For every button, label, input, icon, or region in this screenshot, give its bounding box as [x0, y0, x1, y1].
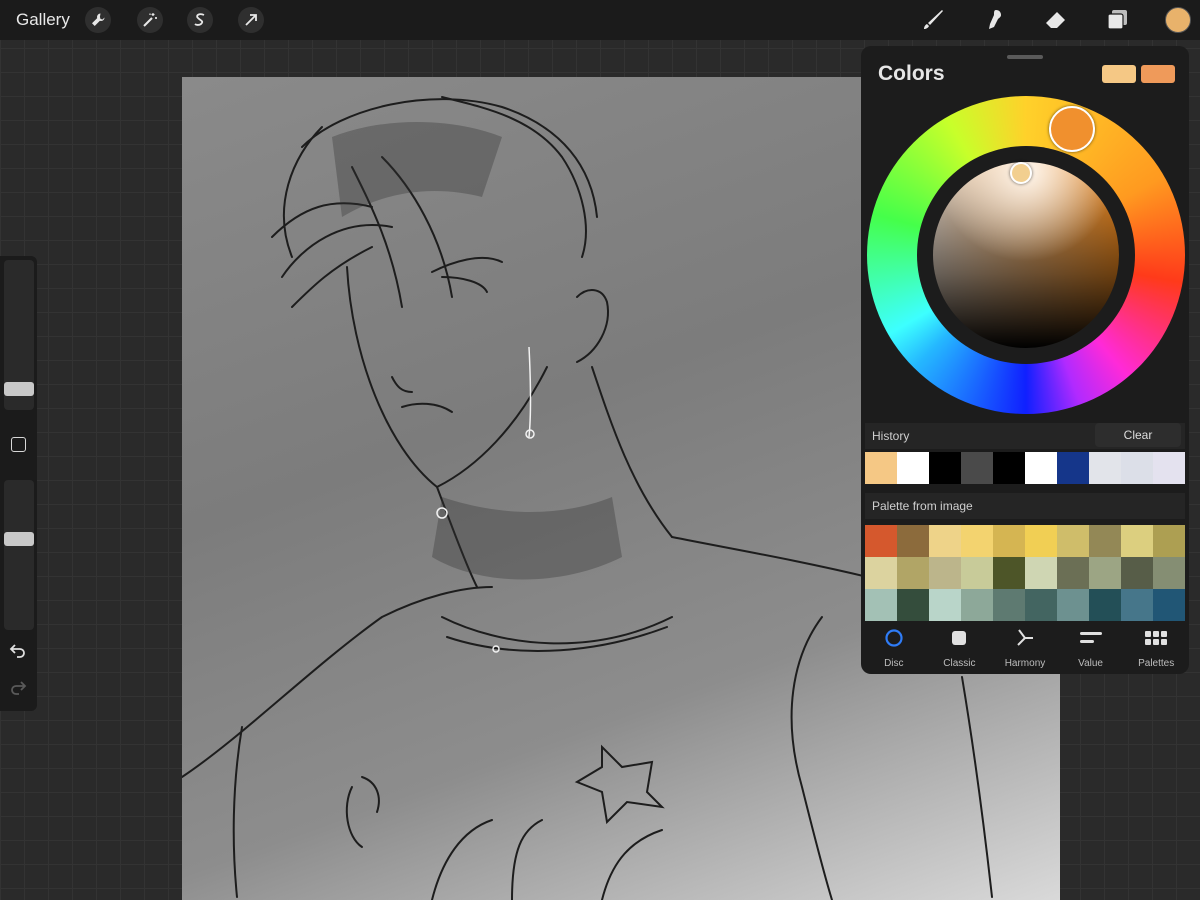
palette-swatch[interactable]	[1153, 557, 1185, 589]
palette-swatch[interactable]	[1121, 525, 1153, 557]
palette-swatch[interactable]	[961, 525, 993, 557]
tab-label: Classic	[943, 657, 976, 669]
palette-swatch[interactable]	[1089, 525, 1121, 557]
palette-swatch[interactable]	[865, 557, 897, 589]
tab-harmony[interactable]: Harmony	[992, 622, 1058, 674]
color-mode-tabs: Disc Classic Harmony Value Palettes	[861, 622, 1189, 674]
brush-size-slider[interactable]	[4, 260, 34, 410]
history-swatch[interactable]	[993, 452, 1025, 484]
arrow-cursor-icon[interactable]	[238, 7, 264, 33]
palette-swatch[interactable]	[1153, 525, 1185, 557]
palette-swatch[interactable]	[961, 557, 993, 589]
palette-swatch[interactable]	[1057, 589, 1089, 621]
palette-swatch[interactable]	[865, 525, 897, 557]
history-swatch[interactable]	[1025, 452, 1057, 484]
history-label: History	[872, 429, 910, 443]
tab-classic[interactable]: Classic	[927, 622, 993, 674]
hue-ring[interactable]	[867, 96, 1185, 414]
layers-icon[interactable]	[1103, 6, 1131, 34]
palette-label: Palette from image	[872, 499, 973, 513]
top-toolbar: Gallery	[0, 0, 1200, 40]
saturation-brightness-disc[interactable]	[933, 162, 1119, 348]
palette-swatch[interactable]	[1025, 557, 1057, 589]
palette-swatch[interactable]	[1025, 589, 1057, 621]
disc-icon	[884, 628, 904, 653]
palette-swatch[interactable]	[897, 525, 929, 557]
palette-swatch[interactable]	[1025, 525, 1057, 557]
undo-icon[interactable]	[9, 643, 27, 664]
palette-swatch[interactable]	[1089, 589, 1121, 621]
clear-history-button[interactable]: Clear	[1095, 423, 1181, 447]
history-swatch[interactable]	[1153, 452, 1185, 484]
smudge-icon[interactable]	[980, 6, 1008, 34]
opacity-thumb[interactable]	[4, 531, 34, 546]
history-swatch[interactable]	[865, 452, 897, 484]
palette-swatch[interactable]	[1153, 589, 1185, 621]
palette-swatch[interactable]	[897, 589, 929, 621]
modify-square-button[interactable]	[11, 437, 26, 452]
magic-wand-icon[interactable]	[137, 7, 163, 33]
palette-swatch[interactable]	[993, 589, 1025, 621]
tab-label: Harmony	[1004, 657, 1046, 669]
history-swatch[interactable]	[1089, 452, 1121, 484]
history-swatch[interactable]	[897, 452, 929, 484]
history-swatches	[865, 452, 1185, 484]
history-swatch[interactable]	[929, 452, 961, 484]
tab-label: Palettes	[1138, 657, 1175, 669]
tab-label: Value	[1078, 657, 1103, 669]
value-sliders-icon	[1079, 628, 1103, 653]
palette-swatch[interactable]	[1121, 557, 1153, 589]
colors-panel: Colors History Clear Palette from image …	[861, 46, 1189, 674]
brush-size-thumb[interactable]	[4, 382, 34, 397]
harmony-icon	[1015, 628, 1035, 653]
palette-header: Palette from image	[865, 493, 1185, 519]
palette-swatch[interactable]	[1057, 557, 1089, 589]
tab-value[interactable]: Value	[1058, 622, 1124, 674]
history-swatch[interactable]	[1057, 452, 1089, 484]
palette-swatch[interactable]	[897, 557, 929, 589]
brush-icon[interactable]	[919, 6, 947, 34]
tab-palettes[interactable]: Palettes	[1123, 622, 1189, 674]
left-sidebar	[0, 256, 37, 711]
palette-swatch[interactable]	[1089, 557, 1121, 589]
palette-swatch[interactable]	[1057, 525, 1089, 557]
tab-disc[interactable]: Disc	[861, 622, 927, 674]
redo-icon[interactable]	[9, 680, 27, 701]
secondary-color-swatch[interactable]	[1141, 65, 1175, 83]
palette-swatch[interactable]	[929, 525, 961, 557]
panel-grabber[interactable]	[1007, 55, 1043, 59]
eraser-icon[interactable]	[1042, 6, 1070, 34]
palette-swatch[interactable]	[865, 589, 897, 621]
hue-knob[interactable]	[1049, 106, 1095, 152]
palette-swatch[interactable]	[993, 525, 1025, 557]
history-swatch[interactable]	[1121, 452, 1153, 484]
selection-s-icon[interactable]	[187, 7, 213, 33]
palette-swatch[interactable]	[929, 557, 961, 589]
classic-square-icon	[949, 628, 969, 653]
palette-swatch[interactable]	[929, 589, 961, 621]
wrench-icon[interactable]	[85, 7, 111, 33]
palette-swatch[interactable]	[1121, 589, 1153, 621]
palette-swatch[interactable]	[993, 557, 1025, 589]
palettes-grid-icon	[1144, 628, 1168, 653]
opacity-slider[interactable]	[4, 480, 34, 630]
color-knob[interactable]	[1010, 162, 1032, 184]
procreate-workspace: Gallery Colors History Clear Palette fro…	[0, 0, 1200, 900]
gallery-button[interactable]: Gallery	[16, 10, 70, 30]
history-header: History Clear	[865, 423, 1185, 449]
panel-title: Colors	[878, 62, 945, 85]
palette-swatches	[865, 525, 1185, 621]
primary-color-swatch[interactable]	[1102, 65, 1136, 83]
tab-label: Disc	[884, 657, 904, 669]
history-swatch[interactable]	[961, 452, 993, 484]
palette-swatch[interactable]	[961, 589, 993, 621]
current-color-button[interactable]	[1165, 7, 1191, 33]
